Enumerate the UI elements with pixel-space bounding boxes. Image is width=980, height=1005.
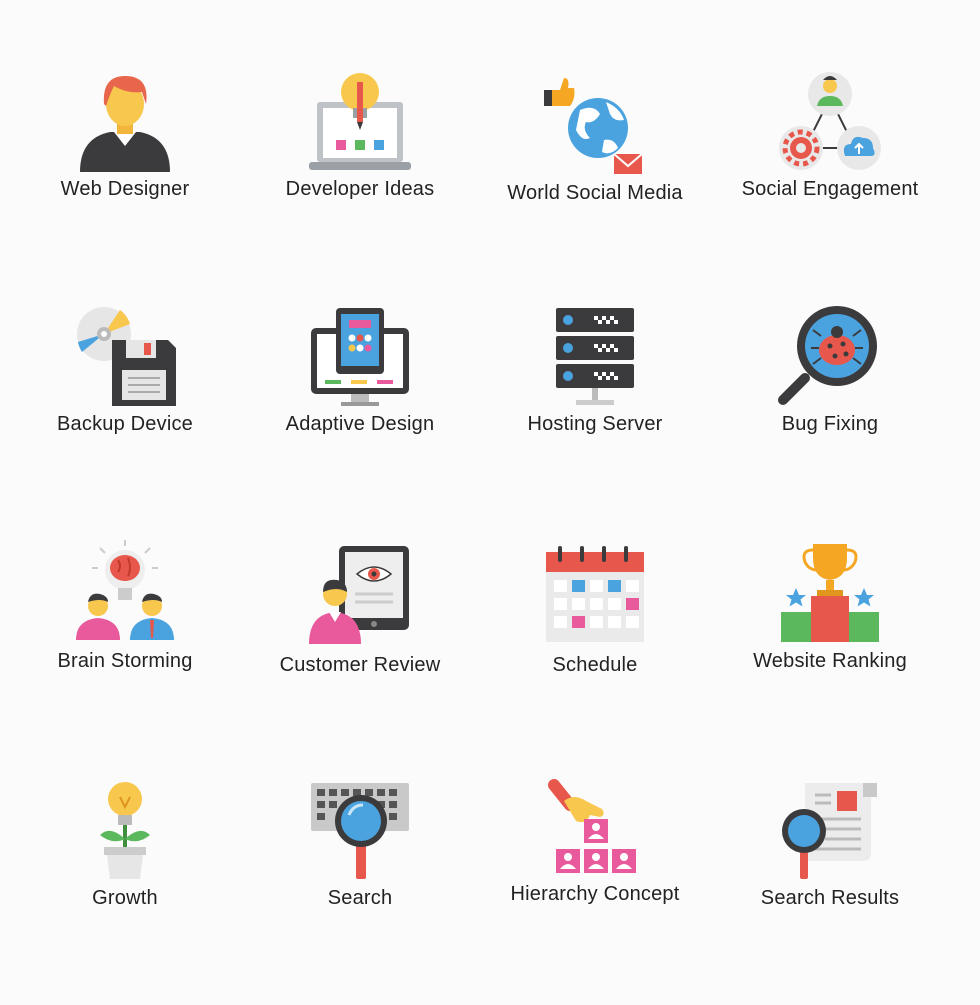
icon-label: Brain Storming [57,650,193,672]
web-designer-icon [80,76,170,172]
hosting-server-icon [556,308,634,405]
brain-storming-icon [76,540,174,640]
icon-label: Schedule [552,654,638,676]
icon-label: Growth [92,887,158,909]
icon-tile-search-results: Search Results [712,775,948,1005]
icon-tile-developer-ideas: Developer Ideas [242,68,478,298]
icon-tile-bug-fixing: Bug Fixing [712,300,948,530]
search-icon [311,783,409,879]
icon-tile-world-social-media: World Social Media [477,68,713,298]
customer-review-icon [309,546,409,644]
icon-tile-adaptive-design: Adaptive Design [242,300,478,530]
icon-label: Adaptive Design [285,413,435,435]
icon-tile-web-designer: Web Designer [7,68,243,298]
icon-label: Web Designer [60,178,190,200]
world-social-media-icon [544,78,643,174]
icon-label: World Social Media [507,182,683,204]
icon-label: Developer Ideas [285,178,435,200]
icon-tile-customer-review: Customer Review [242,538,478,768]
icon-label: Search [327,887,393,909]
icon-label: Search Results [760,887,900,909]
icon-label: Customer Review [279,654,441,676]
backup-device-icon [77,307,176,406]
icon-tile-brain-storming: Brain Storming [7,538,243,768]
hierarchy-concept-icon [548,779,636,873]
website-ranking-icon [781,544,879,642]
growth-icon [100,782,150,879]
icon-tile-social-engagement: Social Engagement [712,68,948,298]
adaptive-design-icon [311,308,409,406]
icon-tile-hierarchy-concept: Hierarchy Concept [477,775,713,1005]
icon-label: Hierarchy Concept [510,883,680,905]
icon-label: Social Engagement [741,178,919,200]
icon-tile-backup-device: Backup Device [7,300,243,530]
schedule-icon [546,546,644,642]
icon-label: Website Ranking [753,650,907,672]
search-results-icon [782,783,877,879]
icon-label: Backup Device [57,413,193,435]
social-engagement-icon [779,72,881,170]
icon-tile-hosting-server: Hosting Server [477,300,713,530]
icon-label: Bug Fixing [781,413,879,435]
icon-label: Hosting Server [527,413,663,435]
icon-tile-website-ranking: Website Ranking [712,538,948,768]
icon-tile-search: Search [242,775,478,1005]
icon-tile-schedule: Schedule [477,538,713,768]
developer-ideas-icon [309,73,411,170]
bug-fixing-icon [778,306,877,405]
icon-tile-growth: Growth [7,775,243,1005]
